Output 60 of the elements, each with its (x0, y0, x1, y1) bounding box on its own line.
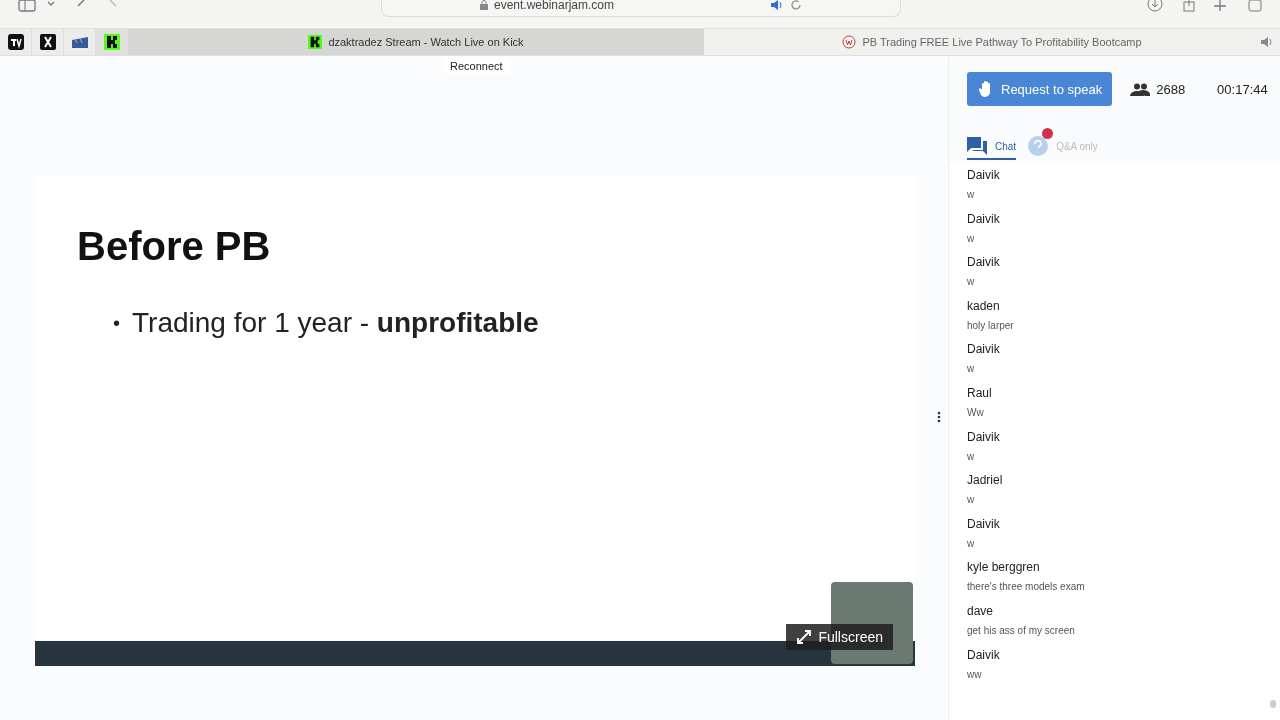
speaker-icon[interactable] (770, 0, 785, 11)
chat-message: there's three models exam (967, 581, 1086, 593)
browser-tab[interactable]: dzaktradez Stream - Watch Live on Kick (128, 29, 704, 55)
chat-message: w (967, 494, 976, 506)
chat-username: Daivik (967, 342, 1001, 357)
chat-message: w (967, 189, 976, 200)
chat-icon (967, 137, 987, 155)
chat-username: Daivik (967, 516, 1001, 531)
chat-username: kaden (967, 298, 1001, 313)
chat-username: Daivik (967, 429, 1001, 444)
chat-message: Ww (967, 406, 985, 418)
chat-message: holy larper (967, 319, 1015, 331)
w-logo-icon (842, 35, 857, 49)
chat-username: Jadriel (967, 473, 1004, 488)
attendee-count: 2688 (1156, 81, 1186, 97)
session-timer: 00:17:44 (1216, 81, 1268, 97)
reload-icon[interactable] (790, 0, 803, 11)
chat-username: Daivik (967, 647, 1001, 662)
tv-logo-icon (7, 34, 24, 50)
chat-username: Daivik (967, 211, 1001, 226)
speaker-icon[interactable] (1260, 36, 1274, 48)
chat-username: Daivik (967, 255, 1001, 270)
download-icon[interactable] (1147, 0, 1163, 12)
chat-message: get his ass of my screen (967, 624, 1076, 636)
share-icon[interactable] (1182, 0, 1196, 12)
k-logo-icon (308, 35, 323, 49)
clapperboard-icon (70, 35, 89, 49)
lock-icon (479, 0, 488, 10)
people-icon (1130, 82, 1151, 96)
address-bar[interactable]: event.webinarjam.com (381, 0, 901, 17)
x-logo-icon (39, 34, 56, 50)
chat-message: ww (967, 668, 983, 680)
panel-tab[interactable]: Chat (967, 128, 1017, 160)
chat-message: w (967, 232, 976, 244)
chat-message: w (967, 276, 976, 288)
scrollbar-thumb[interactable] (1270, 700, 1276, 708)
chat-username: Daivik (967, 168, 1001, 182)
browser-tab[interactable]: PB Trading FREE Live Pathway To Profitability Bootcamp (704, 29, 1280, 55)
plus-icon[interactable] (1214, 0, 1226, 12)
chevron-down-icon[interactable] (46, 0, 56, 8)
bullet-marker: • (113, 311, 120, 337)
chat-username: dave (967, 603, 995, 618)
fullscreen-button[interactable]: Fullscreen (786, 624, 893, 650)
chat-message: w (967, 450, 976, 462)
chat-message: w (967, 363, 976, 375)
more-options-icon[interactable] (937, 411, 941, 423)
k-logo-icon (103, 34, 120, 50)
question-icon (1028, 136, 1049, 156)
tabs-overview-icon[interactable] (1248, 0, 1262, 12)
request-to-speak-button[interactable]: Request to speak (967, 72, 1113, 106)
url-text: event.webinarjam.com (493, 0, 615, 12)
reconnect-tooltip: Reconnect (443, 58, 510, 74)
chat-message: w (967, 537, 976, 549)
expand-icon (796, 629, 813, 645)
slide-title: Before PB (77, 224, 272, 269)
sidebar-icon[interactable] (18, 0, 36, 12)
slide-bullet: Trading for 1 year - unprofitable (132, 306, 539, 340)
chat-username: Raul (967, 385, 993, 400)
chat-username: kyle berggren (967, 560, 1041, 575)
pinned-tab[interactable] (96, 29, 128, 55)
